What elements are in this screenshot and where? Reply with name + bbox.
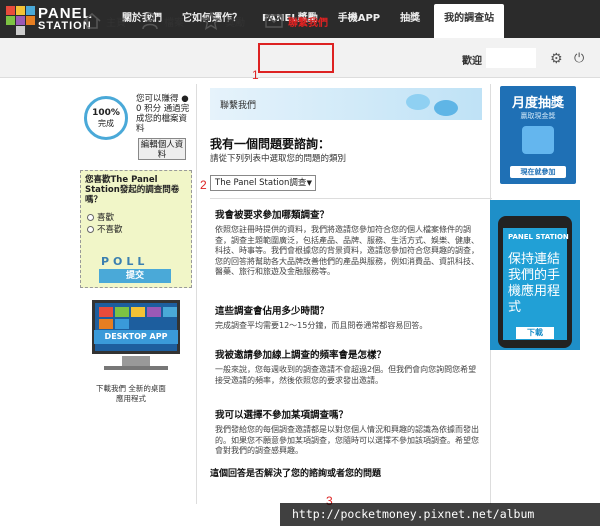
logo-square [26,6,35,15]
progress-label: 完成 [98,119,114,128]
mobile-app-ad-content: PANEL STATION 保持連結我們的手機應用程式 下載 [490,200,580,350]
monthly-lottery-ad[interactable]: 月度抽獎 贏取現金獎 現在就參加 [500,86,576,184]
mobile-ad-text: 保持連結我們的手機應用程式 [508,252,561,315]
gear-icon[interactable]: ⚙ [550,51,563,67]
poll-widget: 您喜歡The Panel Station發起的調查問卷嗎？ 喜歡 不喜歡 POL… [80,170,192,288]
progress-percent: 100% [92,108,120,118]
banner-title: 聯繫我們 [220,101,257,111]
poll-option-dislike[interactable]: 不喜歡 [87,223,123,235]
home-icon [83,12,101,29]
user-icon [142,12,158,30]
radio-icon[interactable] [87,213,94,221]
contact-banner: 聯繫我們 [210,88,482,120]
power-icon[interactable]: ⏻ [574,51,584,66]
gift-icon [522,126,554,154]
sub-nav-label: 獎勵 [225,17,245,29]
faq-item: 這些調查會佔用多少時間？ 完成調查平均需要12～15分鐘，而且問卷通常都容易回答… [215,306,480,332]
faq-question[interactable]: 這些調查會佔用多少時間？ [215,306,480,318]
username-box [486,48,536,68]
profile-points-text: 您可以賺得 ● 0 积分 通過完成您的檔案資料 [136,94,190,134]
poll-question: 您喜歡The Panel Station發起的調查問卷嗎？ [85,175,180,205]
desktop-app-label: DESKTOP APP [94,330,178,344]
desktop-app-ad[interactable]: DESKTOP APP [82,300,190,380]
chevron-down-icon: ▼ [306,179,312,187]
nav-lottery[interactable]: 抽獎 [390,0,430,38]
faq-answer: 我們發給您的每個調查邀請都是以對您個人情況和興趣的認識為依據而發出的。如果您不願… [215,425,479,455]
lottery-ad-title: 月度抽獎 [511,96,564,111]
sub-nav-label: 聯繫我們 [288,17,328,29]
poll-option-label: 不喜歡 [97,225,123,235]
poll-submit-button[interactable]: 提交 [99,269,171,283]
logo-square [26,16,35,25]
sub-nav-files[interactable]: 檔案 [140,9,184,33]
radio-icon[interactable] [87,225,94,233]
nav-mobile-app[interactable]: 手機APP [328,0,390,38]
url-watermark: http://pocketmoney.pixnet.net/album [280,503,600,526]
question-subtitle: 請從下列列表中選取您的問題的類別 [210,154,347,164]
profile-progress-circle: 100% 完成 [84,96,128,140]
poll-option-label: 喜歡 [97,213,115,223]
faq-question[interactable]: 我可以選擇不參加某項調查嗎？ [215,410,480,422]
helpful-question: 這個回答是否解決了您的諮詢或者您的問題 [210,469,382,479]
poll-logo: POLL [101,255,149,268]
nav-my-survey-station[interactable]: 我的調查站 [434,4,505,38]
annotation-marker: 1 [252,68,259,82]
faq-answer: 完成調查平均需要12～15分鐘，而且問卷通常都容易回答。 [215,321,428,330]
desktop-app-download-text[interactable]: 下載我們 全新的桌面應用程式 [96,384,166,404]
contact-highlight [258,43,334,73]
sub-nav-label: 檔案 [164,17,184,29]
faq-answer: 依照您註冊時提供的資料，我們將邀請您參加符合您的個人檔案條件的調查，調查主題範圍… [215,225,479,276]
category-select[interactable]: The Panel Station調查 ▼ [210,175,316,191]
faq-item: 我會被要求參加哪類調查？ 依照您註冊時提供的資料，我們將邀請您參加符合您的個人檔… [215,210,480,278]
faq-item: 我被邀請參加線上調查的頻率會是怎樣？ 一般來說，您每週收到的調查邀請不會超過2個… [215,350,480,386]
welcome-text: 歡迎 [462,56,482,67]
monitor-base [104,366,168,370]
logo-square [16,26,25,35]
star-icon [201,11,221,30]
column-divider [196,84,197,504]
sub-nav-rewards[interactable]: 獎勵 [201,9,245,33]
edit-profile-button[interactable]: 編輯個人資料 [138,138,186,160]
mobile-ad-brand: PANEL STATION [508,233,569,241]
lottery-join-button[interactable]: 現在就參加 [510,166,566,178]
logo-square [6,16,15,25]
chat-bubble-icon [434,100,458,116]
sub-nav-home[interactable]: 主頁 [82,9,126,33]
divider [210,198,492,199]
sub-nav-label: 主頁 [106,17,126,29]
logo-square [16,6,25,15]
sub-nav-contact[interactable]: 聯繫我們 [264,9,328,33]
chat-bubble-icon [406,94,430,110]
question-title: 我有一個問題要諮詢： [210,137,331,151]
select-value: The Panel Station調查 [215,178,307,188]
panel-station-logo[interactable]: PANEL STATION [4,4,92,35]
monitor-stand [122,356,150,366]
faq-answer: 一般來說，您每週收到的調查邀請不會超過2個。但我們會向您詢問您希望接受邀請的頻率… [215,365,477,385]
faq-question[interactable]: 我會被要求參加哪類調查？ [215,210,480,222]
faq-question[interactable]: 我被邀請參加線上調查的頻率會是怎樣？ [215,350,480,362]
monitor-image [92,300,180,354]
logo-square [16,16,25,25]
logo-square [6,6,15,15]
mobile-download-button[interactable]: 下載 [516,327,554,339]
faq-item: 我可以選擇不參加某項調查嗎？ 我們發給您的每個調查邀請都是以對您個人情況和興趣的… [215,410,480,457]
mail-icon [265,14,283,28]
lottery-ad-subtitle: 贏取現金獎 [520,112,556,120]
poll-option-like[interactable]: 喜歡 [87,211,114,223]
annotation-marker: 2 [200,178,207,192]
